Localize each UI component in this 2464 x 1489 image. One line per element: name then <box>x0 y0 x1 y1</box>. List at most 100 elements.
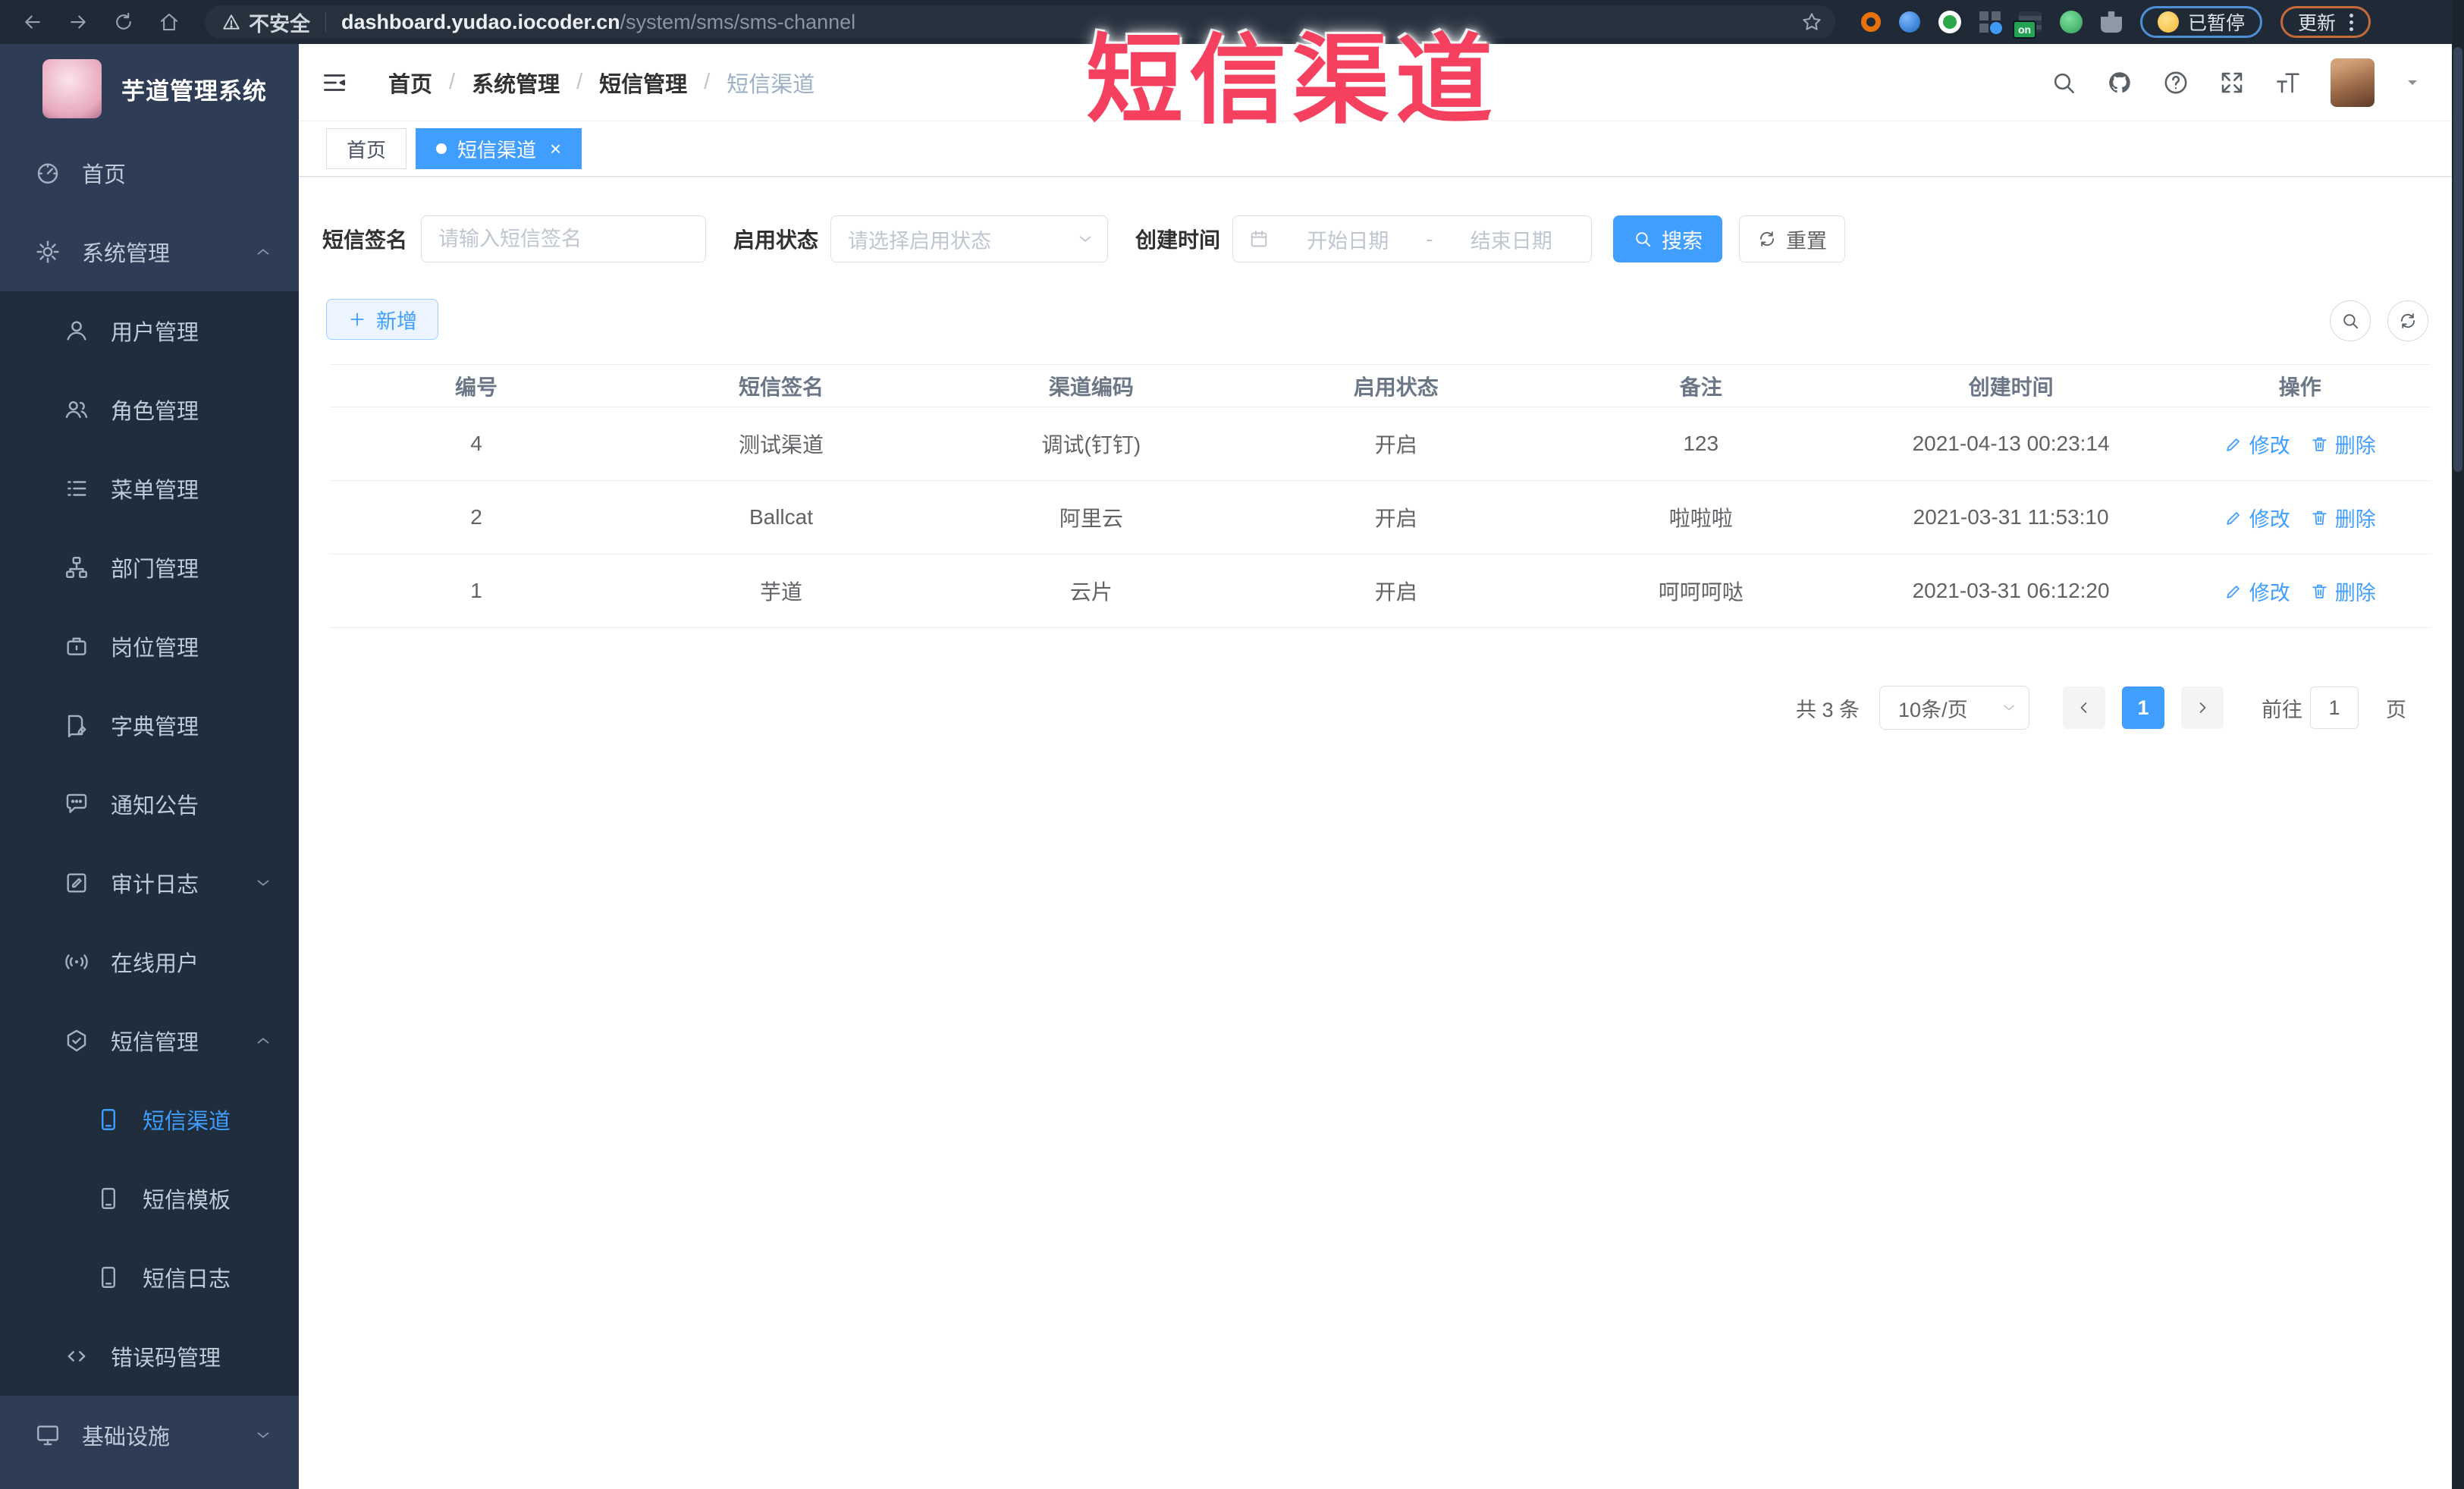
calendar-icon <box>1248 228 1270 250</box>
sidebar-item-infrastructure[interactable]: 基础设施 <box>0 1396 299 1475</box>
app-logo[interactable]: 芋道管理系统 <box>0 44 299 134</box>
reset-button-label: 重置 <box>1786 229 1828 253</box>
user-avatar[interactable] <box>2331 58 2375 107</box>
extensions-puzzle-icon[interactable] <box>2101 11 2122 33</box>
extension-toolbar: on 已暂停 更新 <box>1861 6 2371 39</box>
update-button[interactable]: 更新 <box>2280 6 2371 38</box>
browser-forward-icon[interactable] <box>65 9 91 35</box>
breadcrumb-system-mgmt[interactable]: 系统管理 <box>472 67 560 99</box>
breadcrumb-sms-mgmt[interactable]: 短信管理 <box>599 67 687 99</box>
extension-blue-icon[interactable] <box>1899 11 1920 33</box>
page-size-select[interactable]: 10条/页 <box>1879 686 2030 730</box>
profile-paused-chip[interactable]: 已暂停 <box>2140 6 2263 38</box>
browser-reload-icon[interactable] <box>111 9 137 35</box>
pencil-icon <box>2224 582 2243 601</box>
delete-link[interactable]: 删除 <box>2310 503 2376 532</box>
reset-button[interactable]: 重置 <box>1739 215 1846 262</box>
table-row: 2 Ballcat 阿里云 开启 啦啦啦 2021-03-31 11:53:10… <box>329 481 2431 554</box>
page-unit-label: 页 <box>2386 698 2407 721</box>
monitor-icon <box>35 1422 61 1448</box>
breadcrumb-home[interactable]: 首页 <box>388 67 432 99</box>
pencil-icon <box>2224 435 2243 454</box>
browser-menu-icon[interactable] <box>2349 13 2354 31</box>
url-path: /system/sms/sms-channel <box>620 10 856 33</box>
sidebar-item-label: 角色管理 <box>111 400 199 424</box>
toggle-search-button[interactable] <box>2330 300 2371 341</box>
sidebar-item-role-mgmt[interactable]: 角色管理 <box>0 370 299 449</box>
github-icon[interactable] <box>2106 69 2133 96</box>
fullscreen-icon[interactable] <box>2218 69 2246 96</box>
extension-orange-icon[interactable] <box>1861 12 1881 32</box>
start-date-placeholder: 开始日期 <box>1307 229 1389 253</box>
goto-page-input[interactable] <box>2310 686 2359 729</box>
address-bar[interactable]: 不安全 dashboard.yudao.iocoder.cn/system/sm… <box>205 5 1835 39</box>
breadcrumb-separator: / <box>704 70 711 94</box>
extension-bars-icon[interactable]: on <box>2013 11 2042 39</box>
sidebar-item-label: 短信管理 <box>111 1031 199 1055</box>
caret-down-icon[interactable] <box>2403 74 2422 92</box>
extension-green-circle-icon[interactable] <box>1938 11 1961 33</box>
sidebar-item-sms-log[interactable]: 短信日志 <box>0 1238 299 1317</box>
add-button[interactable]: 新增 <box>326 299 438 340</box>
bookmark-star-icon[interactable] <box>1800 11 1823 33</box>
cell-signature: 芋道 <box>759 580 802 604</box>
page-number-current[interactable]: 1 <box>2122 686 2165 729</box>
font-size-icon[interactable] <box>2274 69 2302 96</box>
browser-scrollbar[interactable] <box>2452 0 2464 1489</box>
delete-link[interactable]: 删除 <box>2310 429 2376 459</box>
breadcrumb-separator: / <box>449 70 456 94</box>
sidebar-item-home[interactable]: 首页 <box>0 134 299 212</box>
col-header-signature: 短信签名 <box>738 375 824 399</box>
edit-link[interactable]: 修改 <box>2224 503 2290 532</box>
extension-robot-icon[interactable] <box>2060 11 2083 33</box>
sidebar-item-user-mgmt[interactable]: 用户管理 <box>0 291 299 370</box>
sidebar-collapse-icon[interactable] <box>320 68 349 97</box>
next-page-button[interactable] <box>2181 686 2224 729</box>
warning-icon <box>221 12 241 32</box>
sidebar-item-sms-template[interactable]: 短信模板 <box>0 1159 299 1238</box>
sidebar-item-menu-mgmt[interactable]: 菜单管理 <box>0 449 299 528</box>
sidebar-item-dict-mgmt[interactable]: 字典管理 <box>0 686 299 765</box>
extension-grid-icon[interactable] <box>1979 11 2002 34</box>
add-button-label: 新增 <box>376 309 417 333</box>
sidebar-item-sms-channel[interactable]: 短信渠道 <box>0 1080 299 1159</box>
sidebar-item-sms-mgmt[interactable]: 短信管理 <box>0 1001 299 1080</box>
close-icon[interactable]: × <box>550 139 561 159</box>
table-header-row: 编号 短信签名 渠道编码 启用状态 备注 创建时间 操作 <box>329 364 2431 407</box>
list-icon <box>64 476 89 501</box>
sidebar-item-system-mgmt[interactable]: 系统管理 <box>0 212 299 291</box>
chevron-down-icon <box>1075 229 1095 249</box>
help-icon[interactable] <box>2162 69 2189 96</box>
tab-sms-channel[interactable]: 短信渠道 × <box>416 128 582 169</box>
sidebar-item-online-users[interactable]: 在线用户 <box>0 922 299 1001</box>
sign-input[interactable] <box>421 215 707 262</box>
scrollbar-thumb[interactable] <box>2453 47 2462 472</box>
sidebar-item-notice[interactable]: 通知公告 <box>0 765 299 843</box>
sidebar-item-label: 通知公告 <box>111 794 199 818</box>
tab-label: 首页 <box>347 138 387 162</box>
sidebar-item-error-code-mgmt[interactable]: 错误码管理 <box>0 1317 299 1396</box>
sidebar-item-post-mgmt[interactable]: 岗位管理 <box>0 607 299 686</box>
sidebar-item-dept-mgmt[interactable]: 部门管理 <box>0 528 299 607</box>
date-range-picker[interactable]: 开始日期 - 结束日期 <box>1232 215 1593 262</box>
chevron-down-icon <box>253 1425 273 1445</box>
trash-icon <box>2310 582 2329 601</box>
delete-link[interactable]: 删除 <box>2310 576 2376 606</box>
cell-id: 4 <box>470 432 482 455</box>
refresh-table-button[interactable] <box>2387 300 2428 341</box>
browser-back-icon[interactable] <box>20 9 46 35</box>
browser-home-icon[interactable] <box>156 9 182 35</box>
sidebar-item-audit-log[interactable]: 审计日志 <box>0 843 299 922</box>
book-icon <box>64 712 89 738</box>
cell-id: 1 <box>470 579 482 602</box>
search-button[interactable]: 搜索 <box>1613 215 1723 262</box>
prev-page-button[interactable] <box>2063 686 2106 729</box>
security-indicator[interactable]: 不安全 <box>221 8 310 37</box>
search-icon[interactable] <box>2050 69 2077 96</box>
status-select[interactable]: 请选择启用状态 <box>830 215 1109 262</box>
edit-link[interactable]: 修改 <box>2224 576 2290 606</box>
edit-link[interactable]: 修改 <box>2224 429 2290 459</box>
chevron-down-icon <box>253 873 273 893</box>
logo-image <box>42 59 102 118</box>
tab-home[interactable]: 首页 <box>326 128 407 169</box>
